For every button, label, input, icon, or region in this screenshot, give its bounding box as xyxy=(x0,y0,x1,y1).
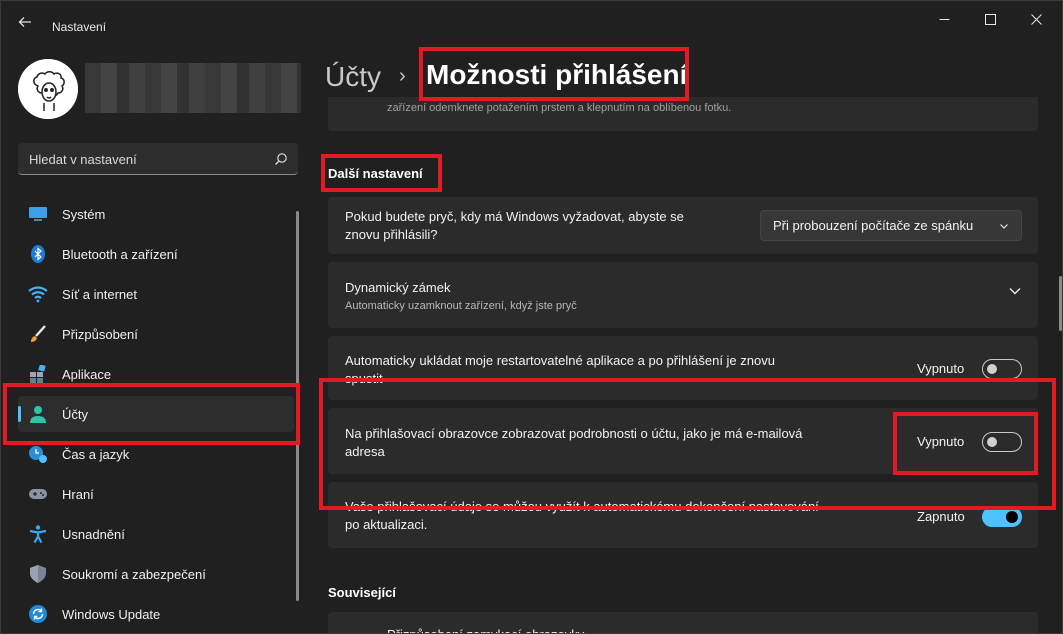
chevron-down-icon[interactable] xyxy=(1008,284,1022,298)
sidebar-item-apps[interactable]: Aplikace xyxy=(18,356,294,392)
minimize-button[interactable] xyxy=(922,7,966,31)
related-card-text: Přizpůsobení zamykací obrazovky xyxy=(387,626,584,633)
sidebar-item-accounts[interactable]: Účty xyxy=(18,396,294,432)
main-content: zařízení odemknete potažením prstem a kl… xyxy=(328,97,1038,633)
sidebar-item-label: Síť a internet xyxy=(62,287,137,302)
use-signin-info-toggle[interactable] xyxy=(982,507,1022,527)
sidebar-item-windows-update[interactable]: Windows Update xyxy=(18,596,294,632)
username-redacted xyxy=(85,63,301,113)
account-details-text-1: Na přihlašovací obrazovce zobrazovat pod… xyxy=(345,426,803,441)
account-details-text-2: adresa xyxy=(345,444,385,459)
monitor-icon xyxy=(29,207,47,221)
back-button[interactable] xyxy=(11,11,39,33)
search-placeholder: Hledat v nastavení xyxy=(29,152,137,167)
use-signin-info-state: Zapnuto xyxy=(917,509,965,524)
restart-apps-state: Vypnuto xyxy=(917,361,965,376)
section-title-additional-settings: Další nastavení xyxy=(328,166,423,181)
title-bar: Nastavení xyxy=(1,1,1062,41)
wifi-icon xyxy=(28,286,48,303)
sidebar-item-time-language[interactable]: Čas a jazyk xyxy=(18,436,294,472)
restart-apps-card: Automaticky ukládat moje restartovatelné… xyxy=(328,336,1038,400)
sidebar-item-personalization[interactable]: Přizpůsobení xyxy=(18,316,294,352)
brush-icon xyxy=(31,325,46,342)
maximize-icon xyxy=(984,13,996,25)
require-signin-text-1: Pokud budete pryč, kdy má Windows vyžado… xyxy=(345,209,684,224)
minimize-icon xyxy=(939,18,949,20)
sidebar-item-network[interactable]: Síť a internet xyxy=(18,276,294,312)
dynamic-lock-subtitle: Automaticky uzamknout zařízení, když jst… xyxy=(345,300,577,312)
apps-icon xyxy=(30,365,46,383)
partial-card-text: zařízení odemknete potažením prstem a kl… xyxy=(387,102,732,114)
partial-setting-card: zařízení odemknete potažením prstem a kl… xyxy=(328,97,1038,131)
related-card-partial[interactable]: Přizpůsobení zamykací obrazovky xyxy=(328,612,1038,633)
sidebar-item-system[interactable]: Systém xyxy=(18,196,294,232)
sidebar-item-label: Bluetooth a zařízení xyxy=(62,247,178,262)
arrow-left-icon xyxy=(18,17,31,27)
restart-apps-text-2: spustit xyxy=(345,371,383,386)
app-title: Nastavení xyxy=(52,20,107,34)
person-icon xyxy=(30,406,46,423)
bluetooth-icon xyxy=(31,245,45,263)
sidebar-item-label: Usnadnění xyxy=(62,527,125,542)
sidebar-item-label: Soukromí a zabezpečení xyxy=(62,567,206,582)
sidebar-scrollbar[interactable] xyxy=(296,211,299,601)
update-icon xyxy=(29,605,47,623)
sidebar-item-label: Hraní xyxy=(62,487,94,502)
close-button[interactable] xyxy=(1014,7,1058,31)
avatar[interactable] xyxy=(18,59,78,119)
account-details-state: Vypnuto xyxy=(917,434,965,449)
restart-apps-text-1: Automaticky ukládat moje restartovatelné… xyxy=(345,353,775,368)
settings-window: Nastavení Hledat v nastavení Systém Blue… xyxy=(0,0,1063,634)
sidebar-item-label: Účty xyxy=(62,407,88,422)
account-details-toggle[interactable] xyxy=(982,432,1022,452)
sidebar-item-label: Čas a jazyk xyxy=(62,447,130,462)
use-signin-info-text-2: po aktualizaci. xyxy=(345,517,428,532)
dropdown-value: Při probouzení počítače ze spánku xyxy=(773,218,974,233)
clock-globe-icon xyxy=(29,446,47,463)
restart-apps-toggle[interactable] xyxy=(982,359,1022,379)
page-title: Možnosti přihlášení xyxy=(426,59,688,90)
sidebar-item-bluetooth[interactable]: Bluetooth a zařízení xyxy=(18,236,294,272)
sidebar-item-label: Přizpůsobení xyxy=(62,327,138,342)
gamepad-icon xyxy=(29,489,47,499)
account-details-card: Na přihlašovací obrazovce zobrazovat pod… xyxy=(328,408,1038,474)
sidebar-nav: Systém Bluetooth a zařízení Síť a intern… xyxy=(18,196,294,633)
shield-icon xyxy=(30,565,46,583)
use-signin-info-text-1: Vaše přihlašovací údaje se můžou využít … xyxy=(345,499,819,514)
accessibility-icon xyxy=(29,525,47,543)
sidebar-item-label: Systém xyxy=(62,207,106,222)
use-signin-info-card: Vaše přihlašovací údaje se můžou využít … xyxy=(328,482,1038,548)
sidebar-item-label: Aplikace xyxy=(62,367,112,382)
sidebar-item-label: Windows Update xyxy=(62,607,161,622)
dynamic-lock-title: Dynamický zámek xyxy=(345,280,451,295)
require-signin-card: Pokud budete pryč, kdy má Windows vyžado… xyxy=(328,197,1038,254)
sidebar-item-accessibility[interactable]: Usnadnění xyxy=(18,516,294,552)
maximize-button[interactable] xyxy=(968,7,1012,31)
sheep-avatar-icon xyxy=(18,59,78,119)
breadcrumb-parent[interactable]: Účty xyxy=(325,61,381,93)
content-scrollbar[interactable] xyxy=(1059,276,1062,331)
dynamic-lock-card[interactable]: Dynamický zámek Automaticky uzamknout za… xyxy=(328,262,1038,328)
breadcrumb-separator: › xyxy=(399,65,406,87)
require-signin-text-2: znovu přihlásili? xyxy=(345,227,438,242)
chevron-down-icon xyxy=(1000,224,1008,229)
sidebar-item-gaming[interactable]: Hraní xyxy=(18,476,294,512)
require-signin-dropdown[interactable]: Při probouzení počítače ze spánku xyxy=(760,210,1022,241)
search-input[interactable]: Hledat v nastavení xyxy=(18,143,298,175)
search-icon xyxy=(275,153,287,165)
close-icon xyxy=(1030,13,1042,25)
sidebar-item-privacy[interactable]: Soukromí a zabezpečení xyxy=(18,556,294,592)
section-title-related: Související xyxy=(328,585,396,600)
